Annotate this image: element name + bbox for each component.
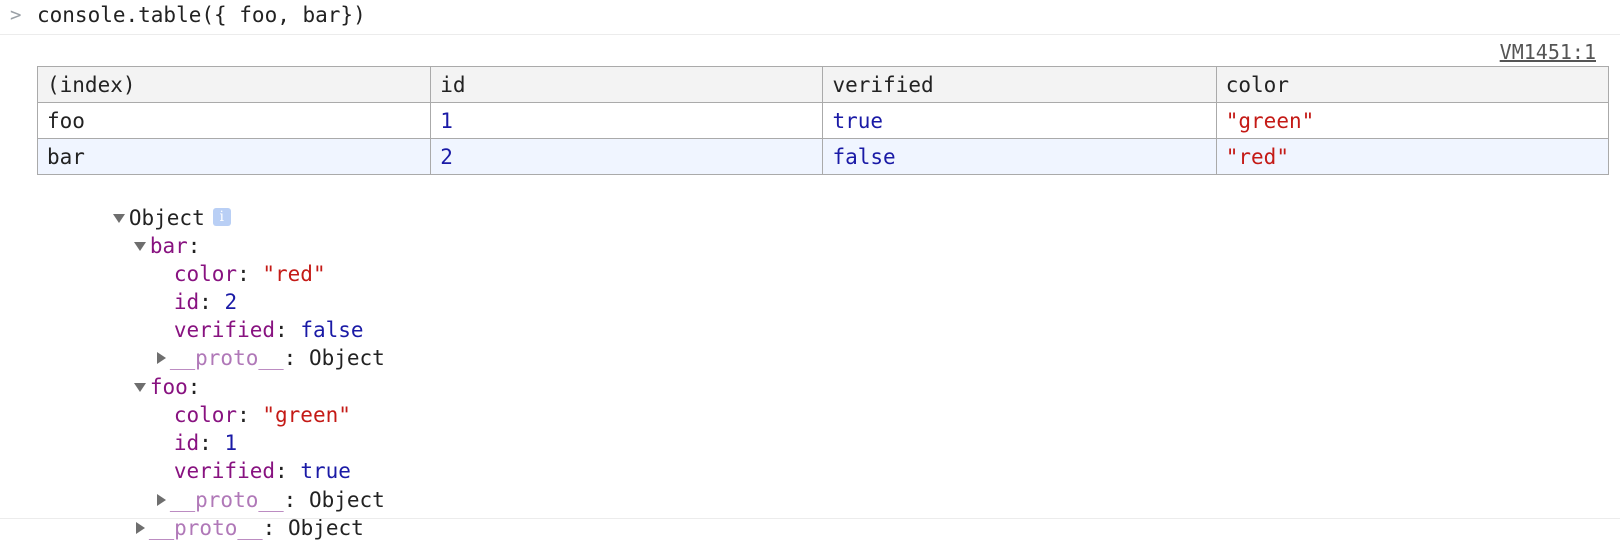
cell-index: bar: [36, 138, 432, 175]
cell-color: "red": [1215, 138, 1610, 175]
column-header-index[interactable]: (index): [36, 66, 432, 103]
console-table: (index) id verified color foo 1 true "gr…: [36, 66, 1610, 175]
devtools-console: > console.table({ foo, bar}) VM1451:1 (i…: [0, 0, 1620, 545]
property-color: color: "red": [173, 262, 326, 286]
property-value: "red": [262, 262, 326, 286]
proto-value: Object: [308, 346, 385, 370]
column-header-color[interactable]: color: [1215, 66, 1610, 103]
cell-verified: true: [822, 102, 1217, 139]
property-verified: verified: false: [173, 318, 364, 342]
divider: [0, 518, 1620, 519]
console-input-line[interactable]: > console.table({ foo, bar}): [0, 0, 1620, 35]
property-value: "green": [262, 403, 351, 427]
property-verified: verified: true: [173, 459, 351, 483]
tree-root-object[interactable]: Object i: [37, 176, 231, 230]
cell-id: 2: [430, 138, 824, 175]
cell-color: "green": [1215, 102, 1610, 139]
property-id: id: 2: [173, 290, 238, 314]
proto-key: __proto__: [148, 516, 263, 540]
proto-value: Object: [287, 516, 364, 540]
collapse-triangle-icon[interactable]: [135, 522, 145, 534]
table-row: foo 1 true "green": [36, 102, 1610, 139]
table-header-row: (index) id verified color: [36, 66, 1610, 103]
cell-index: foo: [36, 102, 432, 139]
cell-verified: false: [822, 138, 1217, 175]
property-color: color: "green": [173, 403, 351, 427]
tree-node-proto[interactable]: __proto__: Object: [81, 316, 385, 370]
cell-id: 1: [430, 102, 824, 139]
property-id: id: 1: [173, 431, 238, 455]
tree-node-bar[interactable]: bar:: [58, 204, 200, 258]
tree-node-foo[interactable]: foo:: [58, 345, 200, 399]
tree-node-root-proto[interactable]: __proto__: Object: [60, 486, 364, 540]
column-header-id[interactable]: id: [430, 66, 824, 103]
info-icon[interactable]: i: [212, 208, 231, 226]
table-row: bar 2 false "red": [36, 138, 1610, 175]
column-header-verified[interactable]: verified: [822, 66, 1217, 103]
console-command[interactable]: console.table({ foo, bar}): [37, 3, 366, 27]
prompt-chevron-icon: >: [10, 4, 22, 26]
source-location-link[interactable]: VM1451:1: [1500, 40, 1596, 64]
tree-node-proto[interactable]: __proto__: Object: [81, 458, 385, 512]
